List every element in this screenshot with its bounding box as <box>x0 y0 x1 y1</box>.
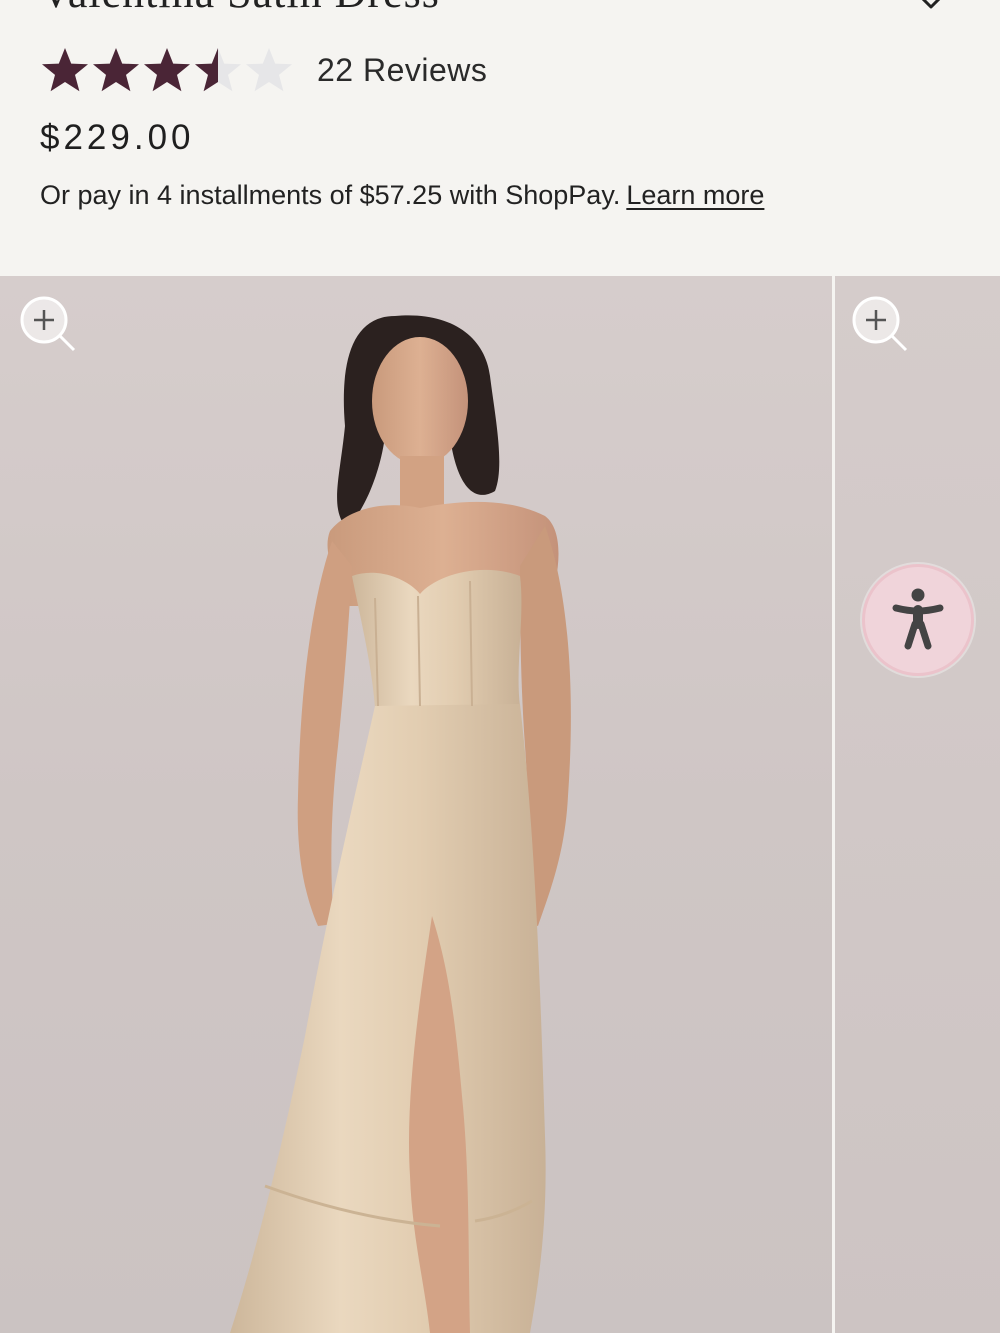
product-image-gallery[interactable] <box>0 276 1000 1333</box>
accessibility-person-icon <box>892 588 944 650</box>
model-photo <box>230 315 571 1333</box>
rating-row: 22 Reviews <box>40 44 487 96</box>
learn-more-link[interactable]: Learn more <box>626 180 764 210</box>
star-icon <box>42 48 88 92</box>
zoom-in-icon <box>20 296 76 352</box>
star-icon <box>144 48 190 92</box>
installments-text: Or pay in 4 installments of $57.25 with … <box>40 180 621 210</box>
accessibility-button[interactable] <box>862 564 974 676</box>
product-price: $229.00 <box>40 118 195 157</box>
star-icon <box>195 48 241 92</box>
star-icon <box>93 48 139 92</box>
product-title: Valentina Satin Dress <box>40 0 860 16</box>
product-image-main[interactable] <box>0 276 832 1333</box>
product-image-next[interactable] <box>835 276 1000 1333</box>
installments-info: Or pay in 4 installments of $57.25 with … <box>40 180 764 211</box>
zoom-button[interactable] <box>20 294 80 354</box>
reviews-link[interactable]: 22 Reviews <box>317 52 487 89</box>
heart-outline-icon <box>921 0 941 9</box>
wishlist-button[interactable] <box>906 0 956 18</box>
star-icon <box>246 48 292 92</box>
zoom-button[interactable] <box>852 294 912 354</box>
star-rating[interactable] <box>40 46 295 94</box>
zoom-in-icon <box>852 296 908 352</box>
